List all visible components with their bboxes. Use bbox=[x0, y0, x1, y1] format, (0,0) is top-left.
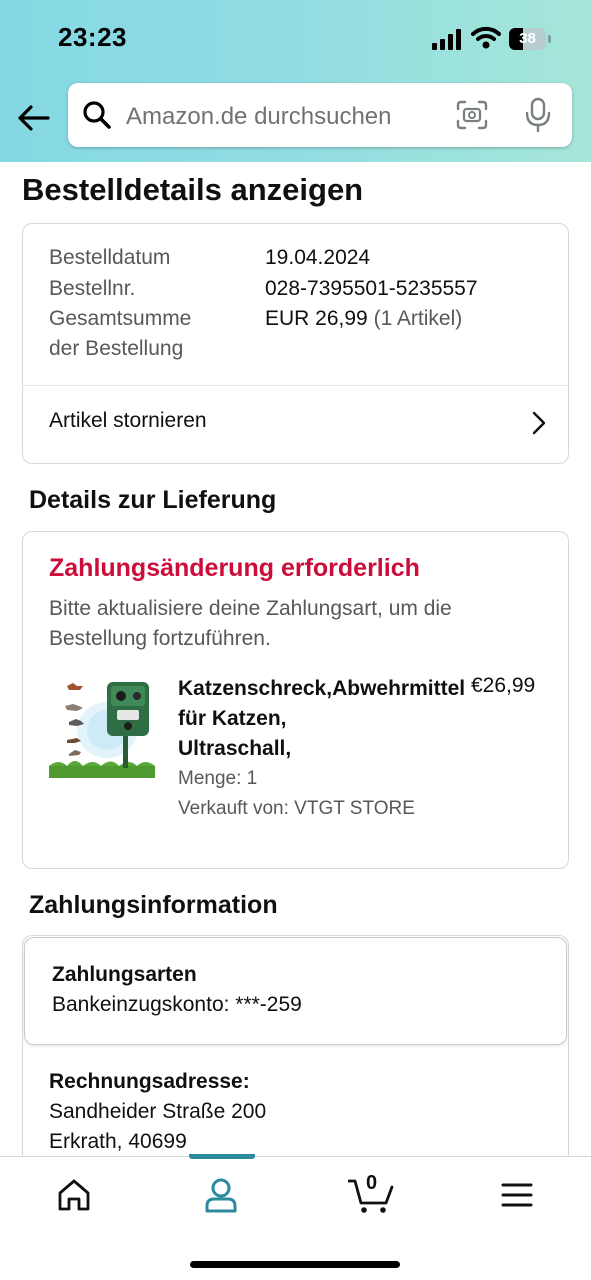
divider bbox=[23, 385, 568, 386]
product-quantity: Menge: 1 bbox=[178, 768, 258, 789]
product-name-line1[interactable]: Katzenschreck,Abwehrmittel bbox=[178, 674, 498, 704]
chevron-right-icon[interactable] bbox=[529, 410, 549, 436]
cancel-items-link[interactable]: Artikel stornieren bbox=[49, 409, 207, 433]
active-tab-indicator bbox=[189, 1154, 255, 1159]
camera-scan-icon[interactable] bbox=[456, 100, 488, 130]
delivery-heading: Details zur Lieferung bbox=[29, 486, 277, 514]
payment-heading: Zahlungsinformation bbox=[29, 891, 278, 919]
top-bar: 23:23 38 Amazon.de durchsuchen bbox=[0, 0, 591, 162]
page-title: Bestelldetails anzeigen bbox=[22, 172, 364, 207]
product-price: €26,99 bbox=[471, 674, 536, 697]
delivery-card: Zahlungsänderung erforderlich Bitte aktu… bbox=[22, 531, 569, 869]
order-date-value: 19.04.2024 bbox=[265, 246, 371, 269]
order-number-label: Bestellnr. bbox=[49, 277, 136, 300]
search-icon bbox=[83, 101, 111, 129]
home-indicator bbox=[190, 1261, 400, 1268]
order-number-value: 028-7395501-5235557 bbox=[265, 277, 478, 300]
product-name-line3[interactable]: Ultraschall, bbox=[178, 734, 498, 764]
status-time: 23:23 bbox=[58, 22, 127, 52]
search-input[interactable]: Amazon.de durchsuchen bbox=[126, 103, 392, 131]
payment-change-alert: Zahlungsänderung erforderlich bbox=[49, 554, 420, 582]
billing-address-label: Rechnungsadresse: bbox=[49, 1070, 250, 1093]
battery-icon: 38 bbox=[509, 28, 551, 50]
payment-change-text: Bitte aktualisiere deine Zahlungsart, um… bbox=[49, 597, 452, 650]
order-item-count: (1 Artikel) bbox=[373, 307, 463, 330]
billing-address-line1: Sandheider Straße 200 bbox=[49, 1100, 267, 1123]
home-icon[interactable] bbox=[54, 1175, 94, 1215]
microphone-icon[interactable] bbox=[524, 97, 552, 133]
account-icon[interactable] bbox=[201, 1175, 241, 1215]
order-total-label-line2: der Bestellung bbox=[49, 337, 184, 360]
cellular-signal-icon bbox=[432, 29, 461, 50]
payment-methods-label: Zahlungsarten bbox=[52, 963, 197, 986]
menu-icon[interactable] bbox=[497, 1175, 537, 1215]
product-name[interactable]: Katzenschreck,Abwehrmittel für Katzen, U… bbox=[178, 674, 498, 764]
order-total-label: Gesamtsumme bbox=[49, 307, 192, 330]
product-seller: Verkauft von: VTGT STORE bbox=[178, 798, 415, 819]
payment-methods-box[interactable]: Zahlungsarten Bankeinzugskonto: ***-259 bbox=[24, 937, 567, 1045]
order-total-value: EUR 26,99 (1 Artikel) bbox=[265, 307, 462, 331]
payment-methods-value: Bankeinzugskonto: ***-259 bbox=[52, 993, 302, 1016]
product-name-line2[interactable]: für Katzen, bbox=[178, 704, 498, 734]
bottom-nav: 0 bbox=[0, 1154, 591, 1280]
order-total-amount: EUR 26,99 bbox=[265, 307, 368, 330]
back-arrow-icon[interactable] bbox=[14, 98, 54, 138]
payment-card: Zahlungsarten Bankeinzugskonto: ***-259 … bbox=[22, 935, 569, 1165]
product-image[interactable] bbox=[49, 678, 155, 778]
search-bar[interactable]: Amazon.de durchsuchen bbox=[68, 83, 572, 147]
order-summary-card: Bestelldatum 19.04.2024 Bestellnr. 028-7… bbox=[22, 223, 569, 464]
order-date-label: Bestelldatum bbox=[49, 246, 171, 269]
wifi-icon bbox=[471, 26, 501, 49]
cart-count: 0 bbox=[366, 1172, 378, 1194]
billing-address-line2: Erkrath, 40699 bbox=[49, 1130, 187, 1153]
battery-level: 38 bbox=[519, 30, 536, 47]
